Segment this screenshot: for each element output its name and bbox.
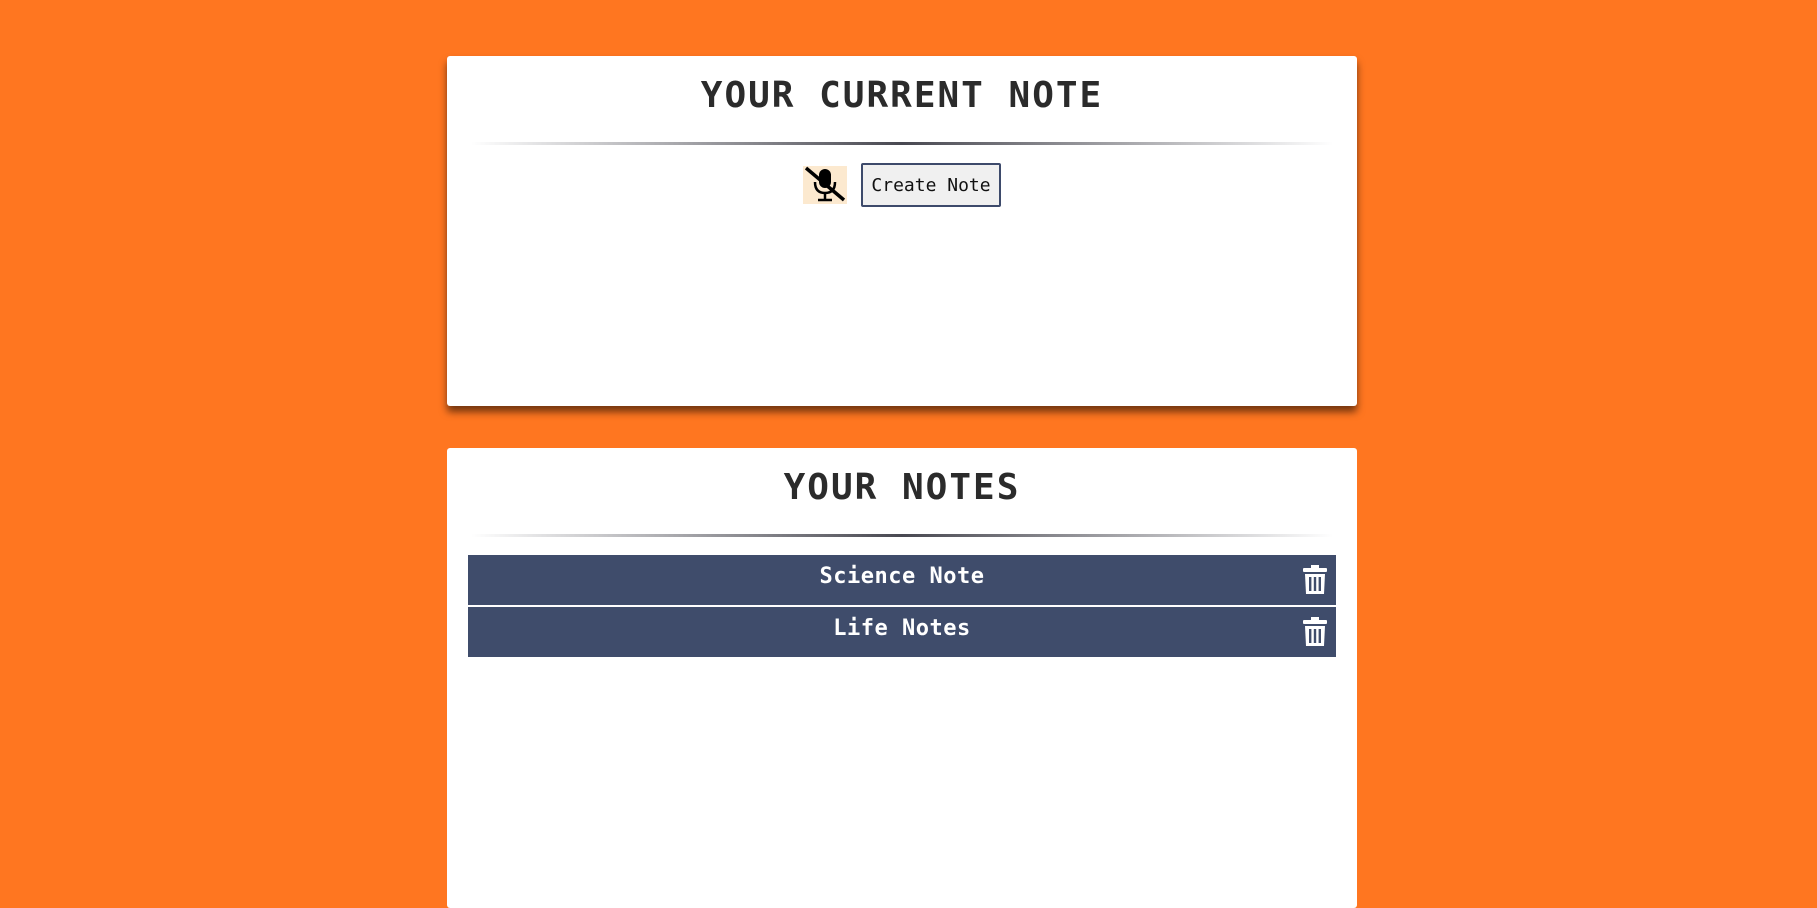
current-note-title: YOUR CURRENT NOTE xyxy=(700,75,1104,116)
notes-divider xyxy=(471,534,1333,537)
note-title: Science Note xyxy=(819,564,985,589)
note-item-life-notes[interactable]: Life Notes xyxy=(468,607,1336,657)
trash-icon xyxy=(1303,565,1327,599)
note-controls: Create Note xyxy=(447,163,1357,207)
current-note-card: YOUR CURRENT NOTE Create Note xyxy=(447,56,1357,406)
current-note-divider xyxy=(471,142,1333,145)
microphone-toggle-button[interactable] xyxy=(803,165,848,206)
note-item-science-note[interactable]: Science Note xyxy=(468,555,1336,605)
create-note-button[interactable]: Create Note xyxy=(861,163,1001,207)
notes-card: YOUR NOTES Science Note Life Notes xyxy=(447,448,1357,908)
trash-icon xyxy=(1303,617,1327,651)
note-title: Life Notes xyxy=(833,616,971,641)
delete-note-button[interactable] xyxy=(1302,565,1328,599)
note-list: Science Note Life Notes xyxy=(468,555,1336,659)
notes-title: YOUR NOTES xyxy=(783,467,1021,508)
microphone-slash-icon xyxy=(803,165,847,206)
delete-note-button[interactable] xyxy=(1302,617,1328,651)
